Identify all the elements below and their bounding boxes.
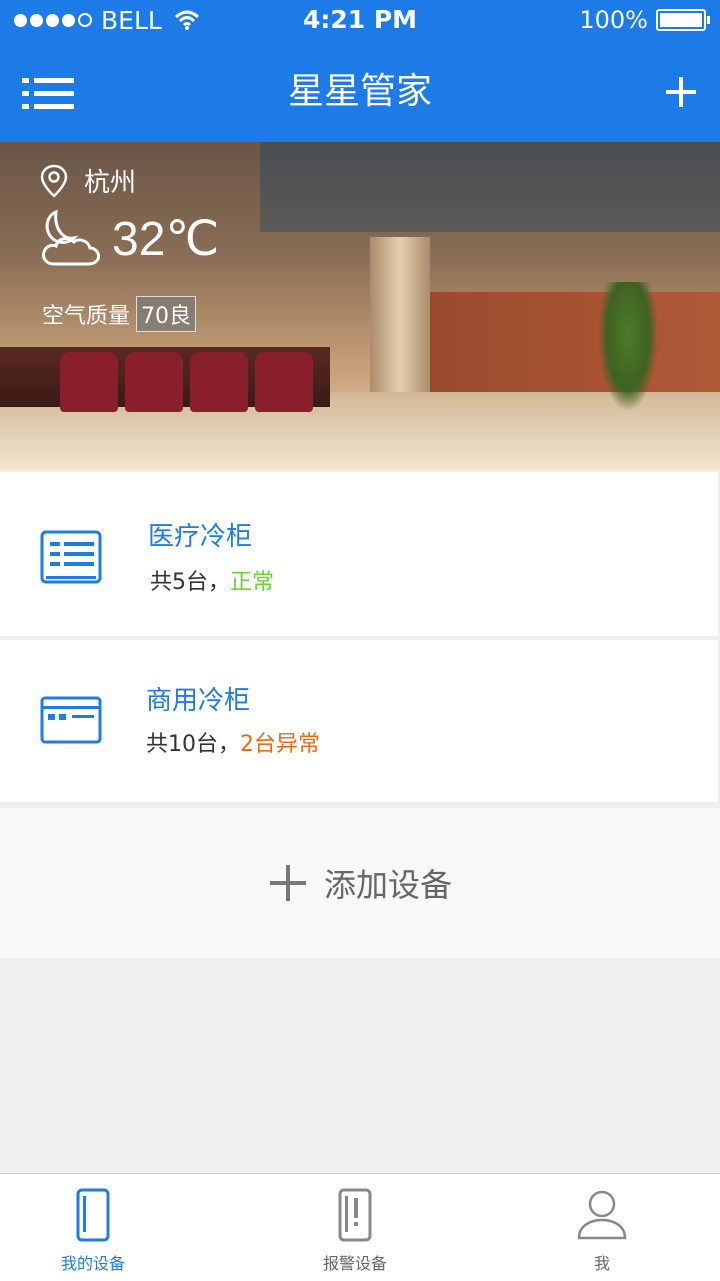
device-name: 医疗冷柜 bbox=[148, 522, 253, 552]
top-bar: BELL 4:21 PM 100% 星星管家 bbox=[0, 0, 720, 142]
battery-status: 100% bbox=[579, 4, 710, 36]
add-icon[interactable] bbox=[664, 75, 698, 109]
tab-alarm-devices[interactable]: 报警设备 bbox=[275, 1174, 435, 1281]
city-name: 杭州 bbox=[84, 168, 137, 198]
night-cloudy-icon bbox=[42, 209, 100, 266]
tab-me[interactable]: 我 bbox=[522, 1174, 682, 1281]
plus-icon bbox=[269, 865, 306, 901]
tab-label: 我的设备 bbox=[60, 1254, 125, 1273]
tab-label: 报警设备 bbox=[322, 1254, 387, 1273]
page-title: 星星管家 bbox=[287, 71, 432, 112]
add-device-label: 添加设备 bbox=[323, 866, 452, 904]
air-quality-badge: 70良 bbox=[136, 296, 197, 332]
user-icon bbox=[577, 1190, 627, 1240]
nav-bar: 星星管家 bbox=[0, 42, 720, 142]
device-card-medical[interactable]: 医疗冷柜 共5台，正常 bbox=[0, 472, 718, 636]
add-device-button[interactable]: 添加设备 bbox=[0, 808, 720, 958]
temperature-value: 32℃ bbox=[112, 213, 220, 266]
device-status: 正常 bbox=[230, 570, 275, 595]
battery-percent: 100% bbox=[579, 6, 648, 34]
fridge-icon bbox=[76, 1188, 110, 1242]
temperature: 32℃ bbox=[38, 208, 219, 270]
device-summary: 共10台，2台异常 bbox=[146, 726, 320, 758]
device-card-commercial[interactable]: 商用冷柜 共10台，2台异常 bbox=[0, 640, 718, 802]
tab-my-devices[interactable]: 我的设备 bbox=[13, 1174, 173, 1281]
device-status: 2台异常 bbox=[240, 732, 320, 757]
tab-bar: 我的设备 报警设备 我 bbox=[0, 1173, 720, 1281]
status-bar: BELL 4:21 PM 100% bbox=[0, 0, 720, 40]
alarm-fridge-icon bbox=[338, 1188, 372, 1242]
device-count: 共10台， bbox=[146, 732, 240, 757]
commercial-freezer-icon bbox=[40, 696, 102, 744]
device-summary: 共5台，正常 bbox=[150, 564, 274, 596]
air-quality-label: 空气质量 bbox=[42, 304, 131, 329]
location: 杭州 bbox=[40, 162, 136, 199]
device-name: 商用冷柜 bbox=[146, 686, 251, 716]
tab-label: 我 bbox=[593, 1254, 610, 1273]
location-pin-icon bbox=[40, 164, 68, 198]
medical-freezer-icon bbox=[40, 530, 102, 584]
air-quality: 空气质量 70良 bbox=[42, 296, 197, 332]
battery-icon bbox=[656, 9, 706, 31]
device-count: 共5台， bbox=[150, 570, 230, 595]
